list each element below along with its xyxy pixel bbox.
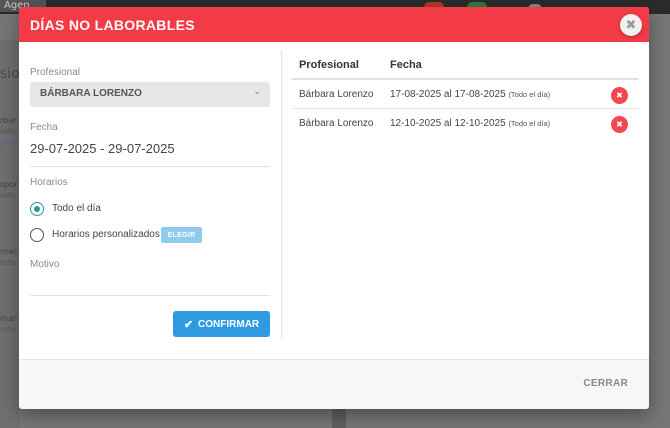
background-text: rbar (0, 116, 17, 125)
motivo-input[interactable] (30, 295, 270, 296)
delete-row-button[interactable]: ✖ (611, 87, 628, 104)
non-working-days-modal: DÍAS NO LABORABLES ✖ Profesional BÁRBARA… (19, 7, 649, 409)
background-block (332, 409, 346, 428)
radio-todo-el-dia[interactable] (30, 202, 44, 216)
elegir-button[interactable]: ELEGIR (161, 227, 202, 243)
column-header-fecha: Fecha (390, 59, 422, 71)
modal-footer: CERRAR (19, 359, 649, 409)
background-text: ndic (0, 127, 17, 136)
close-button[interactable]: CERRAR (583, 378, 628, 389)
confirm-button-label: CONFIRMAR (198, 318, 260, 330)
modal-header: DÍAS NO LABORABLES (19, 7, 649, 42)
chevron-down-icon: ⌄ (253, 87, 261, 97)
background-text: rofe (0, 325, 16, 334)
radio-horarios-personalizados[interactable] (30, 228, 44, 242)
radio-todo-el-dia-label[interactable]: Todo el día (52, 203, 101, 214)
profesional-select-value: BÁRBARA LORENZO (40, 88, 142, 99)
background-sidebar: sio rbar ndic onal spor rofe rnar rofe r… (0, 40, 20, 428)
column-header-profesional: Profesional (299, 59, 359, 71)
delete-row-button[interactable]: ✖ (611, 116, 628, 133)
background-text: rofe (0, 258, 16, 267)
fecha-underline (30, 166, 270, 167)
fecha-input[interactable]: 29-07-2025 - 29-07-2025 (30, 141, 175, 156)
row-fecha-range: 17-08-2025 al 17-08-2025 (390, 89, 506, 100)
motivo-label: Motivo (30, 259, 60, 270)
profesional-label: Profesional (30, 67, 81, 78)
horarios-label: Horarios (30, 177, 68, 188)
row-fecha: 17-08-2025 al 17-08-2025 (Todo el día) (390, 89, 550, 100)
background-text: spor (0, 180, 18, 189)
column-divider (281, 50, 282, 338)
background-text: sio (0, 66, 20, 82)
row-profesional: Bárbara Lorenzo (299, 118, 374, 129)
row-fecha-range: 12-10-2025 al 12-10-2025 (390, 118, 506, 129)
profesional-select[interactable]: BÁRBARA LORENZO ⌄ (30, 82, 270, 107)
background-text: rnar (0, 314, 17, 323)
row-profesional: Bárbara Lorenzo (299, 89, 374, 100)
fecha-label: Fecha (30, 122, 58, 133)
background-text: rnar (0, 247, 17, 256)
background-text: rofe (0, 191, 16, 200)
modal-title: DÍAS NO LABORABLES (30, 16, 195, 33)
background-text: onal (0, 138, 18, 147)
form-panel: Profesional BÁRBARA LORENZO ⌄ Fecha 29-0… (30, 50, 270, 340)
row-fecha: 12-10-2025 al 12-10-2025 (Todo el día) (390, 118, 550, 129)
check-icon: ✔ (183, 318, 194, 331)
row-fecha-note: (Todo el día) (508, 90, 551, 99)
table-row: Bárbara Lorenzo 17-08-2025 al 17-08-2025… (292, 80, 639, 109)
row-fecha-note: (Todo el día) (508, 119, 551, 128)
confirm-button[interactable]: ✔ CONFIRMAR (173, 311, 270, 337)
close-icon[interactable]: ✖ (620, 14, 642, 36)
table-row: Bárbara Lorenzo 12-10-2025 al 12-10-2025… (292, 109, 639, 138)
radio-horarios-personalizados-label[interactable]: Horarios personalizados (52, 229, 160, 240)
modal-body: Profesional BÁRBARA LORENZO ⌄ Fecha 29-0… (19, 50, 649, 359)
